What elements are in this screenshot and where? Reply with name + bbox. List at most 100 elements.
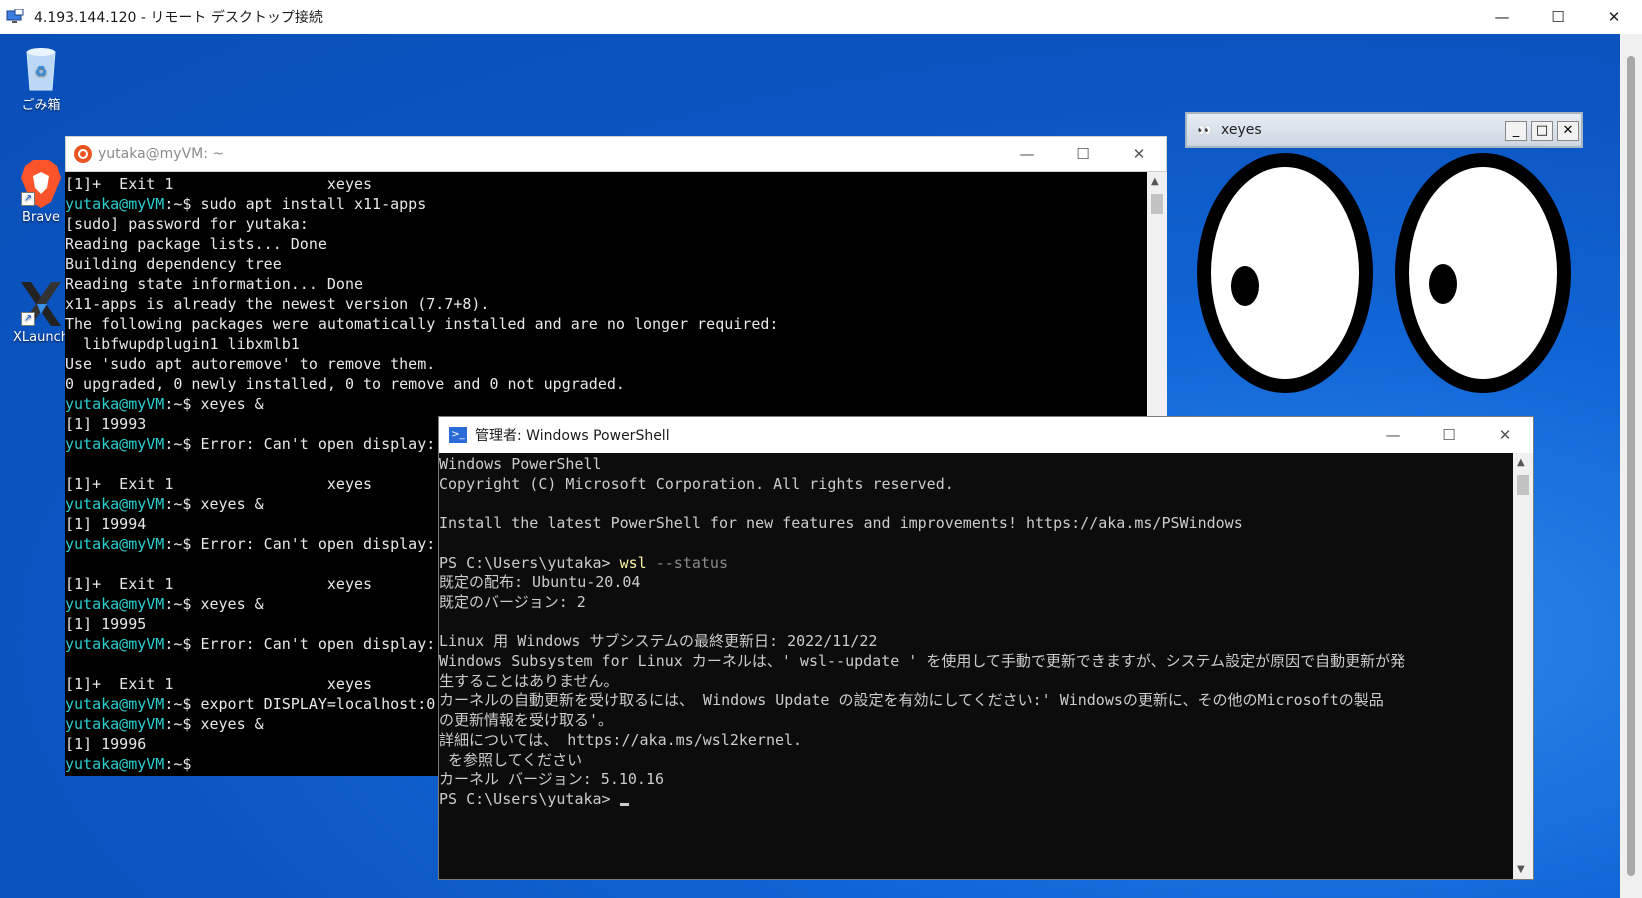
xeyes-close-button[interactable]: ✕ (1557, 121, 1579, 141)
xeyes-title: xeyes (1221, 122, 1262, 138)
powershell-maximize-button[interactable]: ☐ (1421, 417, 1477, 453)
scroll-up-arrow-icon[interactable]: ▲ (1151, 176, 1159, 187)
powershell-output[interactable]: Windows PowerShell Copyright (C) Microsof… (439, 453, 1513, 879)
prompt-user: yutaka@myVM (65, 435, 165, 453)
prompt-user: yutaka@myVM (65, 695, 165, 713)
rdp-minimize-button[interactable]: — (1474, 0, 1530, 34)
xeyes-minimize-button[interactable]: _ (1505, 121, 1527, 141)
powershell-minimize-button[interactable]: — (1365, 417, 1421, 453)
powershell-line: Install the latest PowerShell for new fe… (439, 514, 1243, 533)
prompt-suffix: :~$ (164, 495, 192, 513)
rdp-close-button[interactable]: ✕ (1586, 0, 1642, 34)
command-text: Error: Can't open display: (191, 635, 436, 653)
prompt-suffix: :~$ (164, 755, 192, 773)
command-text: xeyes & (191, 495, 264, 513)
powershell-scrollbar[interactable]: ▲ ▼ (1513, 453, 1533, 879)
powershell-line: PS C:\Users\yutaka> (439, 790, 1513, 810)
prompt-user: yutaka@myVM (65, 755, 165, 773)
prompt-suffix: :~$ (164, 715, 192, 733)
left-eye-white (1211, 167, 1359, 379)
remote-desktop: ♻ ごみ箱 ↗ Brave ↗ XLaunch yutaka@myVM: ~ —… (0, 34, 1620, 898)
powershell-line (439, 534, 1513, 554)
powershell-line: カーネル バージョン: 5.10.16 (439, 770, 665, 789)
xeyes-canvas (1197, 153, 1571, 393)
scroll-up-arrow-icon[interactable]: ▲ (1517, 457, 1525, 468)
powershell-line: Windows PowerShell (439, 455, 602, 473)
ubuntu-maximize-button[interactable]: ☐ (1055, 136, 1111, 172)
xeyes-maximize-button[interactable]: □ (1531, 121, 1553, 141)
rdp-maximize-button[interactable]: ☐ (1530, 0, 1586, 34)
brave-browser-icon: ↗ (17, 158, 65, 208)
terminal-line: Reading state information... Done (65, 275, 364, 293)
xeyes-window[interactable]: 👀 xeyes _ □ ✕ (1185, 112, 1583, 402)
terminal-line: Use 'sudo apt autoremove' to remove them… (65, 355, 436, 373)
ps-prompt: PS C:\Users\yutaka> (439, 789, 620, 808)
right-pupil (1429, 264, 1457, 304)
scroll-thumb[interactable] (1151, 194, 1163, 214)
command-text: Error: Can't open display: (191, 435, 436, 453)
command-text: sudo apt install x11-apps (191, 195, 427, 213)
powershell-line: 既定のバージョン: 2 (439, 592, 586, 611)
prompt-user: yutaka@myVM (65, 595, 165, 613)
desktop-icon-label: ごみ箱 (21, 98, 61, 113)
ps-argument: --status (646, 553, 728, 572)
desktop-icon-recycle-bin[interactable]: ♻ ごみ箱 (6, 42, 76, 113)
powershell-line: Linux 用 Windows サブシステムの最終更新日: 2022/11/22 (439, 632, 878, 651)
ubuntu-terminal-titlebar[interactable]: yutaka@myVM: ~ — ☐ ✕ (65, 136, 1167, 172)
rdp-titlebar: 4.193.144.120 - リモート デスクトップ接続 — ☐ ✕ (0, 0, 1642, 34)
rdp-scrollbar[interactable] (1620, 34, 1642, 898)
xeyes-eyes-icon: 👀 (1197, 123, 1212, 137)
ps-prompt: PS C:\Users\yutaka> (439, 553, 620, 572)
rdp-window-title: 4.193.144.120 - リモート デスクトップ接続 (34, 10, 323, 26)
terminal-line: 0 upgraded, 0 newly installed, 0 to remo… (65, 375, 625, 393)
command-text: xeyes & (191, 595, 264, 613)
powershell-line (439, 613, 1513, 633)
powershell-line: 詳細については、 https://aka.ms/wsl2kernel. (439, 730, 803, 749)
powershell-title: 管理者: Windows PowerShell (475, 428, 670, 444)
command-text: Error: Can't open display: (191, 535, 436, 553)
powershell-icon: >_ (449, 427, 467, 443)
prompt-suffix: :~$ (164, 635, 192, 653)
svg-text:♻: ♻ (35, 64, 48, 80)
prompt-suffix: :~$ (164, 595, 192, 613)
shortcut-arrow-icon: ↗ (21, 312, 35, 326)
powershell-close-button[interactable]: ✕ (1477, 417, 1533, 453)
powershell-window[interactable]: >_ 管理者: Windows PowerShell — ☐ ✕ Windows… (438, 416, 1534, 880)
recycle-bin-icon: ♻ (17, 42, 65, 91)
scroll-down-arrow-icon[interactable]: ▼ (1517, 864, 1525, 875)
ps-command: wsl (619, 553, 647, 572)
terminal-line: x11-apps is already the newest version (… (65, 295, 490, 313)
prompt-suffix: :~$ (164, 695, 192, 713)
terminal-line: The following packages were automaticall… (65, 315, 779, 333)
command-text: xeyes & (191, 715, 264, 733)
prompt-suffix: :~$ (164, 435, 192, 453)
powershell-line (439, 494, 1513, 514)
scroll-thumb[interactable] (1517, 475, 1529, 495)
ubuntu-terminal-title: yutaka@myVM: ~ (98, 146, 225, 162)
right-eye-white (1409, 167, 1557, 379)
xeyes-titlebar[interactable]: 👀 xeyes _ □ ✕ (1185, 112, 1583, 148)
powershell-line: カーネルの自動更新を受け取るには、 Windows Update の設定を有効に… (439, 691, 1384, 710)
powershell-line: PS C:\Users\yutaka> wsl --status (439, 554, 1513, 574)
terminal-line: [1]+ Exit 1 xeyes (65, 175, 373, 193)
command-text: export DISPLAY=localhost:0 (191, 695, 436, 713)
scroll-thumb[interactable] (1627, 56, 1635, 876)
powershell-line: 既定の配布: Ubuntu-20.04 (439, 573, 641, 592)
powershell-line: の更新情報を受け取る'。 (439, 711, 614, 730)
xlaunch-icon: ↗ (17, 278, 65, 326)
terminal-line: yutaka@myVM:~$ xeyes & (65, 394, 1147, 414)
ubuntu-close-button[interactable]: ✕ (1111, 136, 1167, 172)
ubuntu-logo-icon (74, 145, 92, 163)
terminal-line: [sudo] password for yutaka: (65, 215, 309, 233)
terminal-line: Building dependency tree (65, 255, 282, 273)
prompt-user: yutaka@myVM (65, 635, 165, 653)
left-pupil (1231, 266, 1259, 306)
text-cursor (619, 802, 629, 806)
powershell-line: を参照してください (439, 750, 583, 769)
prompt-suffix: :~$ (164, 395, 192, 413)
powershell-titlebar[interactable]: >_ 管理者: Windows PowerShell — ☐ ✕ (439, 417, 1533, 453)
prompt-user: yutaka@myVM (65, 195, 165, 213)
terminal-line: yutaka@myVM:~$ sudo apt install x11-apps (65, 194, 1147, 214)
ubuntu-minimize-button[interactable]: — (999, 136, 1055, 172)
prompt-suffix: :~$ (164, 195, 192, 213)
